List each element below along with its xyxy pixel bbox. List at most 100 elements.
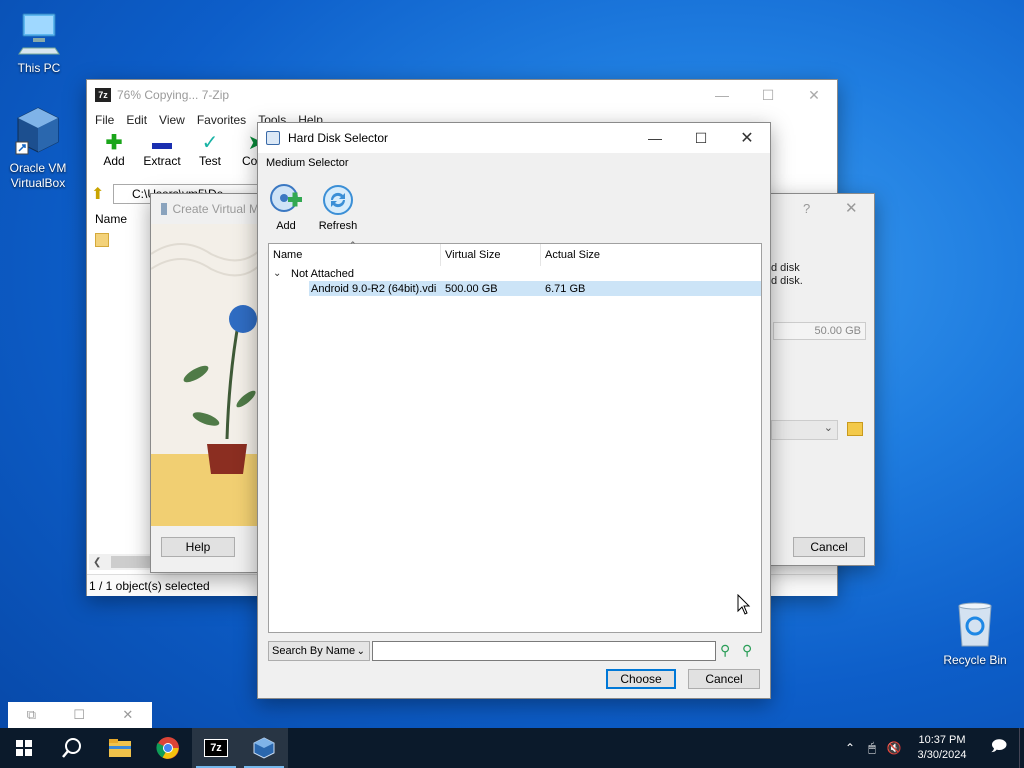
- 7zip-titlebar[interactable]: 7z 76% Copying... 7-Zip — ☐ ✕: [87, 80, 837, 110]
- mouse-cursor-icon: [737, 593, 751, 619]
- show-desktop-button[interactable]: [1019, 728, 1024, 768]
- chevron-down-icon: ⌄: [356, 645, 365, 657]
- search-input[interactable]: [372, 641, 716, 661]
- 7zip-icon: 7z: [204, 739, 228, 757]
- chevron-down-icon[interactable]: ⌄: [273, 268, 291, 279]
- search-mode-select[interactable]: Search By Name ⌄: [268, 641, 370, 661]
- close-icon[interactable]: ✕: [845, 199, 858, 217]
- column-header-name[interactable]: Name: [269, 244, 441, 266]
- chevron-up-icon[interactable]: ⌃: [839, 741, 861, 755]
- refresh-icon: [323, 185, 353, 215]
- hds-titlebar[interactable]: Hard Disk Selector — ☐ ✕: [258, 123, 770, 153]
- disk-name: Android 9.0-R2 (64bit).vdi: [311, 282, 437, 295]
- menu-file[interactable]: File: [89, 113, 120, 127]
- check-icon: ✓: [201, 132, 219, 154]
- cancel-button[interactable]: Cancel: [793, 537, 865, 557]
- minus-icon: ▬: [152, 132, 172, 154]
- scroll-left-icon[interactable]: ❮: [89, 557, 101, 568]
- folder-browse-icon[interactable]: [847, 422, 863, 436]
- close-button[interactable]: ✕: [724, 123, 770, 153]
- hard-disk-selector-dialog: Hard Disk Selector — ☐ ✕ Medium Selector…: [257, 122, 771, 699]
- 7zip-app-icon: 7z: [95, 88, 111, 102]
- desktop-icon-this-pc[interactable]: This PC: [1, 8, 77, 75]
- file-explorer-icon: [109, 739, 131, 757]
- search-previous-icon[interactable]: ⚲: [720, 642, 736, 660]
- dropdown-select[interactable]: ⌄: [771, 420, 838, 440]
- folder-icon: [95, 233, 109, 247]
- horizontal-scrollbar[interactable]: ❮: [89, 554, 153, 570]
- windows-logo-icon: [16, 740, 32, 756]
- column-header-virtual-size[interactable]: Virtual Size: [441, 244, 541, 266]
- choose-button[interactable]: Choose: [606, 669, 676, 689]
- clock[interactable]: 10:37 PM 3/30/2024: [905, 733, 979, 763]
- menu-view[interactable]: View: [153, 113, 191, 127]
- desktop-icon-label: Oracle VM VirtualBox: [9, 161, 67, 190]
- clock-time: 10:37 PM: [918, 734, 966, 746]
- minimize-button[interactable]: —: [699, 80, 745, 110]
- add-disk-button[interactable]: Add: [268, 183, 304, 232]
- refresh-button[interactable]: Refresh: [316, 183, 360, 232]
- desktop-icon-virtualbox[interactable]: Oracle VM VirtualBox: [0, 104, 76, 191]
- scroll-thumb[interactable]: [111, 556, 152, 568]
- plus-icon: ✚: [105, 132, 123, 154]
- recycle-bin-icon: [936, 600, 1014, 651]
- tree-group-not-attached[interactable]: ⌄ Not Attached: [273, 266, 354, 281]
- maximize-icon[interactable]: ☐: [73, 707, 85, 723]
- virtualbox-taskbar-button[interactable]: [240, 728, 288, 768]
- create-vm-window: Create Virtual M Help: [150, 193, 261, 573]
- medium-tree[interactable]: ⌃ Name Virtual Size Actual Size ⌄ Not At…: [268, 240, 762, 633]
- virtualbox-icon: [0, 104, 76, 159]
- help-button[interactable]: ?: [803, 201, 810, 216]
- window-title: Hard Disk Selector: [288, 131, 389, 145]
- tree-header: Name Virtual Size Actual Size: [269, 244, 761, 266]
- medium-selector-heading: Medium Selector: [266, 157, 349, 169]
- maximize-button[interactable]: ☐: [678, 123, 724, 153]
- virtualbox-icon: [253, 737, 275, 759]
- disk-virtual-size: 500.00 GB: [445, 282, 498, 295]
- info-text-2: d disk.: [771, 275, 803, 287]
- volume-muted-icon[interactable]: 🔇: [883, 741, 905, 755]
- desktop-icon-recycle-bin[interactable]: Recycle Bin: [936, 600, 1014, 667]
- notification-icon[interactable]: 🗩: [979, 736, 1019, 761]
- search-next-icon[interactable]: ⚲: [742, 642, 758, 660]
- menu-favorites[interactable]: Favorites: [191, 113, 252, 127]
- minimize-button[interactable]: —: [632, 123, 678, 153]
- chrome-button[interactable]: [144, 728, 192, 768]
- column-header-actual-size[interactable]: Actual Size: [541, 244, 641, 266]
- this-pc-icon: [1, 8, 77, 59]
- up-folder-icon[interactable]: ⬆: [91, 184, 113, 204]
- extract-button[interactable]: ▬ Extract: [139, 130, 185, 168]
- test-button[interactable]: ✓ Test: [189, 130, 231, 168]
- add-button[interactable]: ✚ Add: [93, 130, 135, 168]
- wizard-illustration: [151, 224, 261, 526]
- create-vm-titlebar[interactable]: Create Virtual M: [151, 194, 259, 224]
- virtualbox-icon: [161, 203, 167, 215]
- clock-date: 3/30/2024: [917, 749, 967, 761]
- column-header-name[interactable]: Name: [95, 212, 127, 226]
- menu-edit[interactable]: Edit: [120, 113, 153, 127]
- disk-actual-size: 6.71 GB: [545, 282, 586, 295]
- info-text-1: d disk: [771, 262, 800, 274]
- start-button[interactable]: [0, 728, 48, 768]
- restore-icon[interactable]: ⧉: [27, 707, 36, 723]
- cancel-button[interactable]: Cancel: [688, 669, 760, 689]
- 7zip-taskbar-button[interactable]: 7z: [192, 728, 240, 768]
- file-explorer-button[interactable]: [96, 728, 144, 768]
- tree-row[interactable]: Android 9.0-R2 (64bit).vdi 500.00 GB 6.7…: [309, 281, 761, 296]
- help-button[interactable]: Help: [161, 537, 235, 557]
- network-icon[interactable]: 🖱: [861, 740, 883, 756]
- desktop-icon-label: This PC: [17, 61, 61, 75]
- window-title: 76% Copying... 7-Zip: [117, 88, 230, 102]
- desktop-icon-label: Recycle Bin: [943, 653, 1007, 667]
- search-button[interactable]: [48, 728, 96, 768]
- minimized-window-caption[interactable]: ⧉ ☐ ✕: [8, 702, 152, 728]
- disk-size-field[interactable]: 50.00 GB: [773, 322, 866, 340]
- close-button[interactable]: ✕: [791, 80, 837, 110]
- maximize-button[interactable]: ☐: [745, 80, 791, 110]
- add-disk-icon: [270, 184, 302, 212]
- search-icon: [62, 738, 81, 758]
- close-icon[interactable]: ✕: [122, 707, 133, 723]
- chrome-icon: [156, 737, 179, 759]
- hard-disk-icon: [266, 131, 280, 145]
- taskbar: 7z ⌃ 🖱 🔇 10:37 PM 3/30/2024 🗩: [0, 728, 1024, 768]
